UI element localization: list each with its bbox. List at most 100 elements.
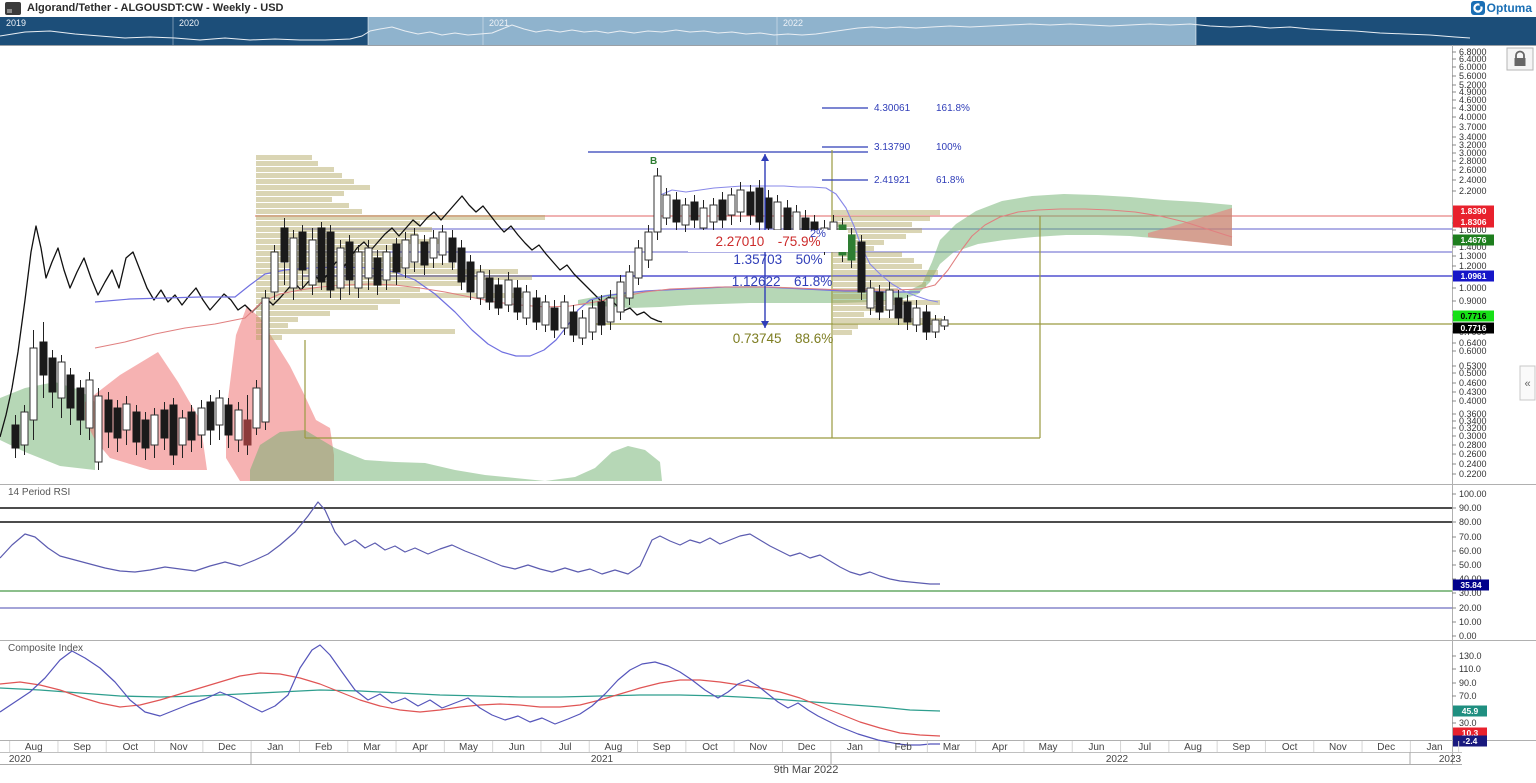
optuma-logo-icon — [1470, 1, 1485, 15]
svg-text:Nov: Nov — [749, 742, 767, 753]
svg-text:45.9: 45.9 — [1462, 706, 1479, 716]
svg-text:0.6000: 0.6000 — [1459, 346, 1487, 356]
svg-text:Mar: Mar — [943, 742, 961, 753]
svg-text:1.0000: 1.0000 — [1459, 283, 1487, 293]
svg-text:Jul: Jul — [559, 742, 572, 753]
svg-text:Aug: Aug — [605, 742, 623, 753]
svg-text:2.41921: 2.41921 — [874, 175, 911, 186]
svg-text:May: May — [1039, 742, 1058, 753]
svg-text:2020: 2020 — [179, 18, 199, 28]
svg-text:0.9000: 0.9000 — [1459, 296, 1487, 306]
svg-text:2019: 2019 — [6, 18, 26, 28]
svg-text:1.8390: 1.8390 — [1461, 206, 1487, 216]
svg-text:Mar: Mar — [363, 742, 381, 753]
svg-text:Jun: Jun — [1088, 742, 1104, 753]
buy-signal-marker: B — [650, 156, 657, 167]
svg-text:3.7000: 3.7000 — [1459, 122, 1487, 132]
svg-text:70.0: 70.0 — [1459, 691, 1477, 701]
svg-text:4.30061: 4.30061 — [874, 103, 911, 114]
instrument-icon — [5, 2, 21, 15]
composite-panel-title: Composite Index — [8, 643, 84, 654]
svg-text:B: B — [650, 156, 657, 167]
svg-text:Sep: Sep — [73, 742, 91, 753]
svg-text:100.00: 100.00 — [1459, 489, 1487, 499]
panel-separators — [0, 484, 1536, 741]
svg-text:0.2200: 0.2200 — [1459, 469, 1487, 479]
svg-text:Nov: Nov — [1329, 742, 1347, 753]
svg-text:1.3000: 1.3000 — [1459, 251, 1487, 261]
svg-text:Oct: Oct — [123, 742, 139, 753]
svg-text:1.0961: 1.0961 — [1461, 271, 1487, 281]
svg-text:50.00: 50.00 — [1459, 560, 1482, 570]
svg-text:100%: 100% — [936, 142, 962, 153]
svg-text:1.4676: 1.4676 — [1461, 235, 1487, 245]
svg-text:Jun: Jun — [509, 742, 525, 753]
svg-text:Aug: Aug — [25, 742, 43, 753]
svg-text:0.2400: 0.2400 — [1459, 459, 1487, 469]
axis-lock-button[interactable] — [1506, 47, 1534, 71]
date-axis: Jul Aug Sep Oct Nov Dec Jan Feb Mar Apr May Jun Jul A… — [0, 741, 1462, 765]
svg-text:3.13790: 3.13790 — [874, 142, 911, 153]
svg-text:Sep: Sep — [653, 742, 671, 753]
cursor-date-label: 9th Mar 2022 — [773, 764, 839, 776]
svg-text:Dec: Dec — [1377, 742, 1395, 753]
svg-text:Oct: Oct — [1282, 742, 1298, 753]
svg-text:0.5000: 0.5000 — [1459, 368, 1487, 378]
chart-canvas[interactable]: 2019 2020 2021 2022 4.30061 161.8% 3.13790 100%… — [0, 0, 1536, 783]
window-title: Algorand/Tether - ALGOUSDT:CW - Weekly -… — [27, 2, 284, 14]
svg-text:Feb: Feb — [895, 742, 913, 753]
svg-text:May: May — [459, 742, 478, 753]
svg-text:90.00: 90.00 — [1459, 503, 1482, 513]
svg-text:1.35703 50%: 1.35703 50% — [733, 252, 822, 267]
range-navigator[interactable]: 2019 2020 2021 2022 — [0, 17, 1536, 46]
svg-text:Jul: Jul — [1138, 742, 1151, 753]
svg-text:2021: 2021 — [591, 754, 614, 765]
rsi-panel: 100.0090.0080.0070.0060.0050.0040.0030.0… — [0, 489, 1489, 641]
svg-text:2.6000: 2.6000 — [1459, 165, 1487, 175]
svg-text:2021: 2021 — [489, 18, 509, 28]
svg-text:2020: 2020 — [9, 754, 32, 765]
svg-text:0.4000: 0.4000 — [1459, 396, 1487, 406]
svg-text:2.2000: 2.2000 — [1459, 186, 1487, 196]
svg-text:0.2600: 0.2600 — [1459, 449, 1487, 459]
collapse-panel-button[interactable]: « — [1519, 365, 1536, 401]
svg-text:Nov: Nov — [170, 742, 188, 753]
svg-text:Feb: Feb — [315, 742, 333, 753]
candlesticks — [11, 168, 949, 470]
optuma-brand: Optuma — [1470, 1, 1532, 15]
svg-text:Sep: Sep — [1232, 742, 1250, 753]
svg-text:61.8%: 61.8% — [936, 175, 964, 186]
svg-text:Apr: Apr — [412, 742, 428, 753]
svg-text:Dec: Dec — [798, 742, 816, 753]
svg-text:10.00: 10.00 — [1459, 617, 1482, 627]
svg-text:0.00: 0.00 — [1459, 631, 1477, 641]
svg-text:90.0: 90.0 — [1459, 678, 1477, 688]
svg-text:4.0000: 4.0000 — [1459, 112, 1487, 122]
svg-text:1.8306: 1.8306 — [1461, 217, 1487, 227]
svg-text:2.4000: 2.4000 — [1459, 175, 1487, 185]
svg-text:Oct: Oct — [702, 742, 718, 753]
svg-text:Jan: Jan — [847, 742, 863, 753]
svg-text:30.0: 30.0 — [1459, 718, 1477, 728]
svg-text:2023: 2023 — [1439, 754, 1462, 765]
brand-text: Optuma — [1486, 1, 1532, 15]
svg-text:20.00: 20.00 — [1459, 603, 1482, 613]
svg-text:«: « — [1524, 378, 1530, 390]
svg-text:35.84: 35.84 — [1460, 580, 1482, 590]
svg-text:1.12622 61.8%: 1.12622 61.8% — [732, 274, 833, 289]
svg-text:Dec: Dec — [218, 742, 236, 753]
fibonacci-extension-labels: 4.30061 161.8% 3.13790 100% 2.41921 61.8% — [822, 103, 970, 186]
svg-text:Jan: Jan — [1426, 742, 1442, 753]
svg-text:2022: 2022 — [783, 18, 803, 28]
svg-text:130.0: 130.0 — [1459, 651, 1482, 661]
svg-text:-2.4: -2.4 — [1463, 736, 1478, 746]
svg-text:161.8%: 161.8% — [936, 103, 970, 114]
svg-text:Aug: Aug — [1184, 742, 1202, 753]
svg-text:70.00: 70.00 — [1459, 532, 1482, 542]
svg-text:2.27010 -75.9%: 2.27010 -75.9% — [715, 234, 820, 249]
svg-text:0.7716: 0.7716 — [1461, 323, 1487, 333]
optuma-charting-app: { "window": { "title": "Algorand/Tether … — [0, 0, 1536, 783]
svg-text:Jan: Jan — [267, 742, 283, 753]
svg-text:110.0: 110.0 — [1459, 664, 1481, 674]
window-title-bar: Algorand/Tether - ALGOUSDT:CW - Weekly -… — [0, 0, 1536, 17]
